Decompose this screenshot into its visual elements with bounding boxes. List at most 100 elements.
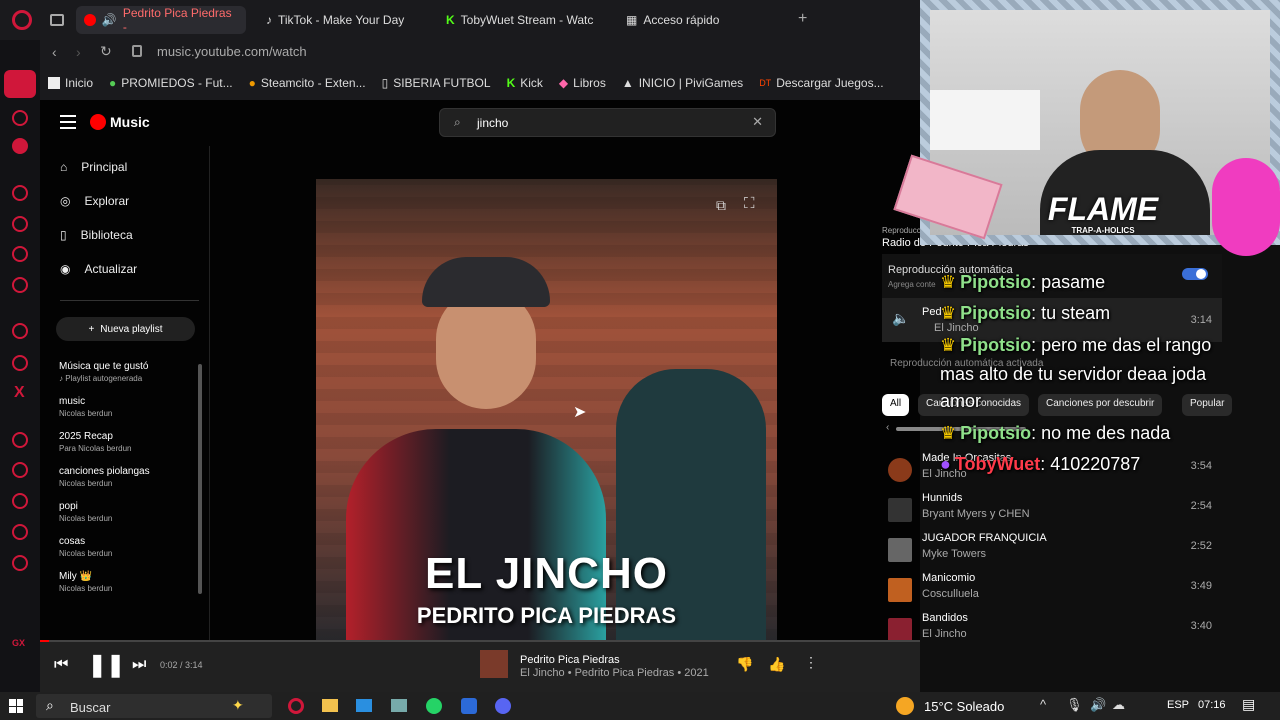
whatsapp-icon[interactable] xyxy=(426,698,442,714)
fullscreen-icon[interactable]: ⛶ xyxy=(744,195,755,212)
heart-icon[interactable] xyxy=(12,493,28,509)
pivigames-icon: ▲ xyxy=(621,76,634,90)
windows-start-icon[interactable] xyxy=(9,699,23,713)
playlist-item[interactable]: Música que te gustó ♪ Playlist autogenera… xyxy=(40,361,209,383)
tab-manager-icon[interactable] xyxy=(50,14,64,26)
ytm-logo[interactable]: Music xyxy=(90,114,150,130)
opera-logo-icon[interactable] xyxy=(12,10,32,30)
taskbar-search[interactable]: ⌕ Buscar ✦ xyxy=(36,694,272,718)
playlist-item[interactable]: 2025 Recap Para Nicolas berdun xyxy=(40,431,209,453)
bookmark-kick[interactable]: K Kick xyxy=(507,76,543,90)
apps-icon[interactable] xyxy=(12,462,28,478)
miniplayer-icon[interactable]: ⧉ xyxy=(716,197,726,214)
chip-all[interactable]: All xyxy=(882,394,910,416)
more-options-icon[interactable]: ⋮ xyxy=(804,654,818,671)
playlist-item[interactable]: popi Nicolas berdun xyxy=(40,501,209,523)
tab-speed-dial[interactable]: ▦ Acceso rápido xyxy=(618,6,768,34)
bookmark-pivigames[interactable]: ▲ INICIO | PiviGames xyxy=(622,76,743,90)
speaker-icon[interactable]: 🔊 xyxy=(102,13,117,27)
album-thumb xyxy=(888,618,912,642)
tiktok-icon: ♪ xyxy=(266,13,272,27)
tab-youtube-music[interactable]: 🔊 Pedrito Pica Piedras - xyxy=(76,6,246,34)
clock-icon[interactable] xyxy=(12,555,28,571)
tab-tiktok[interactable]: ♪ TikTok - Make Your Day xyxy=(258,6,428,34)
next-icon[interactable]: ⏭ xyxy=(132,656,146,674)
search-input[interactable]: jincho xyxy=(477,116,508,130)
search-bar[interactable]: ⌕ jincho ✕ xyxy=(439,108,776,137)
chip-canciones-descubrir[interactable]: Canciones por descubrir xyxy=(1038,394,1163,416)
history-icon[interactable] xyxy=(12,185,28,201)
gx-icon[interactable]: GX xyxy=(12,638,25,648)
tab-kick-stream[interactable]: K TobyWuet Stream - Watc xyxy=(438,6,608,34)
bookmark-libros[interactable]: ◆ Libros xyxy=(559,76,606,90)
queue-item[interactable]: Hunnids Bryant Myers y CHEN 2:54 xyxy=(882,492,1222,532)
cap xyxy=(422,257,550,307)
x-icon[interactable]: X xyxy=(14,384,25,402)
video-player[interactable]: ⧉ ⛶ EL JINCHO PEDRITO PICA PIEDRAS xyxy=(316,179,777,641)
player-thumbnail[interactable] xyxy=(480,650,508,678)
shield-icon[interactable] xyxy=(461,698,477,714)
bookmark-steamcito[interactable]: ● Steamcito - Exten... xyxy=(249,76,366,90)
progress-track[interactable] xyxy=(40,640,920,642)
language-indicator[interactable]: ESP xyxy=(1167,699,1189,711)
notification-icon[interactable]: ▤ xyxy=(1242,696,1255,713)
twitch-icon[interactable] xyxy=(12,138,28,154)
search-icon: ⌕ xyxy=(46,697,54,713)
settings-icon[interactable] xyxy=(12,323,28,339)
url-field[interactable]: music.youtube.com/watch xyxy=(157,44,307,59)
extensions-icon[interactable] xyxy=(12,216,28,232)
playlist-item[interactable]: Mily 👑 Nicolas berdun xyxy=(40,571,209,593)
playlist-item[interactable]: canciones piolangas Nicolas berdun xyxy=(40,466,209,488)
playlist-item[interactable]: cosas Nicolas berdun xyxy=(40,536,209,558)
nav-actualizar[interactable]: ◉ Actualizar xyxy=(40,252,209,286)
new-tab-button[interactable]: + xyxy=(798,10,807,28)
gaming-icon[interactable] xyxy=(12,110,28,126)
bookmark-promiedos[interactable]: ● PROMIEDOS - Fut... xyxy=(109,76,233,90)
sidebar-scrollbar[interactable] xyxy=(198,364,202,594)
bookmark-icon xyxy=(48,77,60,89)
nav-explorar[interactable]: ◎ Explorar xyxy=(40,184,209,218)
chips-scroll-left-icon[interactable]: ‹ xyxy=(886,422,889,433)
weather-text[interactable]: 15°C Soleado xyxy=(924,699,1004,714)
previous-icon[interactable]: ⏮ xyxy=(54,656,68,674)
chip-popular[interactable]: Popular xyxy=(1182,394,1233,416)
wallpaper-icon[interactable] xyxy=(12,432,28,448)
tray-arrow-icon[interactable]: ^ xyxy=(1040,697,1046,712)
back-icon[interactable]: ‹ xyxy=(52,44,57,60)
network-icon[interactable]: ☁ xyxy=(1112,697,1125,713)
bookmark-descargar[interactable]: DT Descargar Juegos... xyxy=(759,76,883,90)
microphone-icon[interactable]: 🎙 xyxy=(1066,697,1083,713)
pause-icon[interactable]: ❚❚ xyxy=(88,652,125,678)
home-icon[interactable] xyxy=(4,70,36,98)
opera-taskbar-icon[interactable] xyxy=(288,698,304,714)
steamcito-icon: ● xyxy=(248,76,256,90)
nav-biblioteca[interactable]: ▯ Biblioteca xyxy=(40,218,209,252)
discord-icon[interactable] xyxy=(12,355,28,371)
playlist-item[interactable]: music Nicolas berdun xyxy=(40,396,209,418)
reload-icon[interactable]: ↻ xyxy=(100,43,112,60)
discord-icon[interactable] xyxy=(495,698,511,714)
queue-item[interactable]: Manicomio Cosculluela 3:49 xyxy=(882,572,1222,612)
like-icon[interactable]: 👍 xyxy=(768,656,785,673)
bookmark-siberia[interactable]: ▯ SIBERIA FUTBOL xyxy=(382,76,491,90)
new-playlist-button[interactable]: + Nueva playlist xyxy=(56,317,195,341)
volume-icon[interactable]: 🔊 xyxy=(1090,697,1106,713)
queue-item[interactable]: JUGADOR FRANQUICIA Myke Towers 2:52 xyxy=(882,532,1222,572)
music-icon[interactable] xyxy=(12,277,28,293)
clear-search-icon[interactable]: ✕ xyxy=(752,114,763,130)
bookmark-inicio[interactable]: Inicio xyxy=(48,76,93,90)
menu-icon[interactable] xyxy=(60,115,76,129)
clock[interactable]: 07:16 xyxy=(1198,699,1226,711)
desktop-icon[interactable] xyxy=(356,699,372,712)
crown-icon: ♛ xyxy=(940,335,957,355)
forward-icon[interactable]: › xyxy=(76,44,81,60)
autoplay-toggle[interactable] xyxy=(1182,268,1208,280)
file-explorer-icon[interactable] xyxy=(322,699,338,712)
dislike-icon[interactable]: 👎 xyxy=(736,656,753,673)
nav-principal[interactable]: ⌂ Principal xyxy=(40,150,209,184)
queue-item[interactable]: Bandidos El Jincho 3:40 xyxy=(882,612,1222,652)
player-track-title[interactable]: Pedrito Pica Piedras xyxy=(520,654,620,666)
keyboard-icon[interactable] xyxy=(12,524,28,540)
messenger-icon[interactable] xyxy=(12,246,28,262)
app-icon[interactable] xyxy=(391,699,407,712)
